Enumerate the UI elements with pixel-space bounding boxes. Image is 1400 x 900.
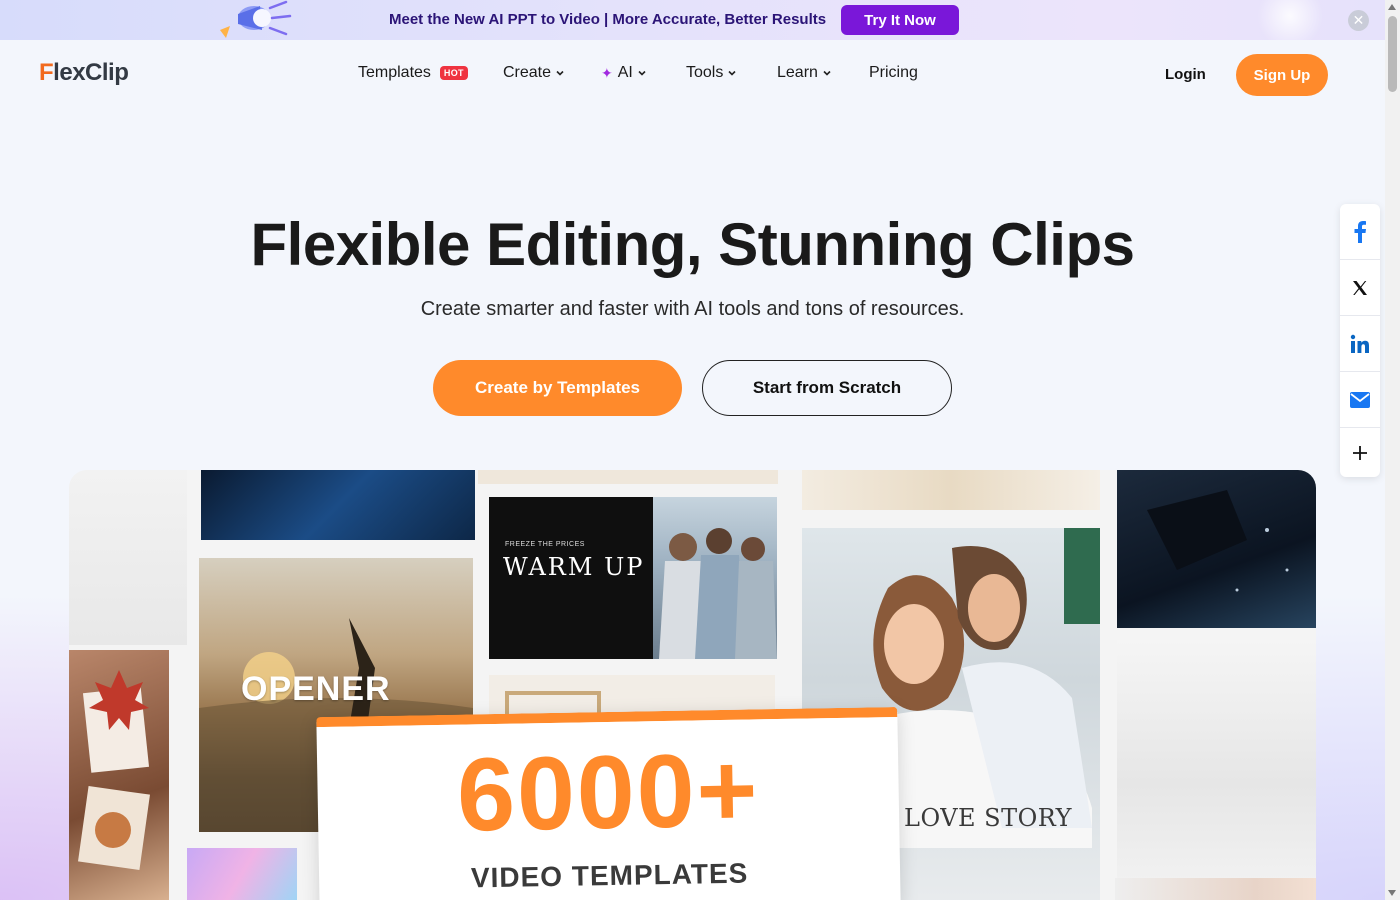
- logo-initial: F: [39, 59, 54, 86]
- autumn-leaf-image: [78, 670, 150, 870]
- logo-text: lexClip: [53, 59, 129, 86]
- site-header: FlexClip Templates HOT Create ✦ AI Tools…: [0, 40, 1385, 110]
- template-tile: [69, 650, 169, 900]
- scroll-down-icon[interactable]: [1388, 890, 1396, 896]
- nav-pricing-label: Pricing: [869, 64, 918, 81]
- hot-badge: HOT: [439, 66, 468, 80]
- people-image: [659, 528, 777, 659]
- people-photo: [653, 497, 777, 659]
- nav-pricing[interactable]: Pricing: [869, 64, 918, 82]
- plus-icon: [1353, 445, 1367, 460]
- template-tile: [69, 470, 187, 645]
- love-story-label: LOVE STORY: [904, 804, 1072, 832]
- template-tile: [802, 470, 1100, 510]
- nav-tools-label: Tools: [686, 64, 724, 81]
- nav-ai[interactable]: ✦ AI: [601, 64, 647, 82]
- page-scrollbar[interactable]: [1385, 0, 1400, 900]
- warm-up-label: WARM UP: [503, 553, 645, 581]
- template-tile: [1115, 878, 1316, 900]
- sparkle-icon: ✦: [601, 64, 613, 81]
- opener-label: OPENER: [241, 670, 391, 708]
- email-icon: [1350, 391, 1370, 408]
- space-image: [1147, 490, 1289, 592]
- share-sidebar: [1340, 204, 1380, 477]
- nav-create-label: Create: [503, 64, 552, 81]
- create-by-templates-button[interactable]: Create by Templates: [433, 360, 682, 416]
- share-email-button[interactable]: [1340, 372, 1380, 428]
- chevron-down-icon: [638, 70, 646, 76]
- template-count-card: 6000+ VIDEO TEMPLATES: [316, 706, 901, 900]
- linkedin-icon: [1350, 334, 1369, 353]
- banner-glow: [1250, 0, 1330, 40]
- scroll-up-icon[interactable]: [1388, 4, 1396, 10]
- login-link[interactable]: Login: [1165, 66, 1206, 83]
- hero-subtitle: Create smarter and faster with AI tools …: [420, 298, 965, 320]
- hero-title: Flexible Editing, Stunning Clips: [250, 211, 1136, 278]
- warm-up-tagline: FREEZE THE PRICES: [505, 541, 585, 548]
- start-from-scratch-button[interactable]: Start from Scratch: [702, 360, 952, 416]
- scroll-thumb[interactable]: [1388, 16, 1397, 92]
- share-x-button[interactable]: [1340, 260, 1380, 316]
- sign-up-button[interactable]: Sign Up: [1236, 54, 1328, 96]
- flexclip-logo[interactable]: FlexClip: [39, 59, 129, 87]
- template-tile: [201, 470, 475, 540]
- template-count-label: VIDEO TEMPLATES: [470, 857, 749, 894]
- warm-up-template-tile: FREEZE THE PRICES WARM UP: [489, 497, 777, 659]
- chevron-down-icon: [728, 70, 736, 76]
- nav-learn[interactable]: Learn: [777, 64, 832, 82]
- template-tile: [1117, 470, 1316, 628]
- nav-templates-label: Templates: [358, 64, 431, 81]
- nav-templates[interactable]: Templates HOT: [358, 64, 468, 82]
- nav-create[interactable]: Create: [503, 64, 565, 82]
- promo-banner: Meet the New AI PPT to Video | More Accu…: [0, 0, 1385, 40]
- template-count: 6000+: [456, 732, 761, 854]
- megaphone-icon: [220, 0, 292, 38]
- facebook-icon: [1354, 220, 1366, 243]
- close-icon[interactable]: ✕: [1348, 10, 1369, 31]
- share-facebook-button[interactable]: [1340, 204, 1380, 260]
- template-tile: [478, 470, 778, 484]
- chevron-down-icon: [556, 70, 564, 76]
- template-tile: [1117, 640, 1316, 880]
- try-it-now-button[interactable]: Try It Now: [841, 5, 959, 35]
- share-more-button[interactable]: [1340, 428, 1380, 477]
- template-tile: [187, 848, 297, 900]
- template-showcase: OPENER FREEZE THE PRICES WARM UP LOVE ST…: [69, 470, 1316, 900]
- nav-tools[interactable]: Tools: [686, 64, 737, 82]
- x-icon: [1353, 280, 1367, 295]
- banner-message: Meet the New AI PPT to Video | More Accu…: [389, 11, 827, 28]
- share-linkedin-button[interactable]: [1340, 316, 1380, 372]
- nav-learn-label: Learn: [777, 64, 818, 81]
- chevron-down-icon: [823, 70, 831, 76]
- nav-ai-label: AI: [617, 64, 633, 81]
